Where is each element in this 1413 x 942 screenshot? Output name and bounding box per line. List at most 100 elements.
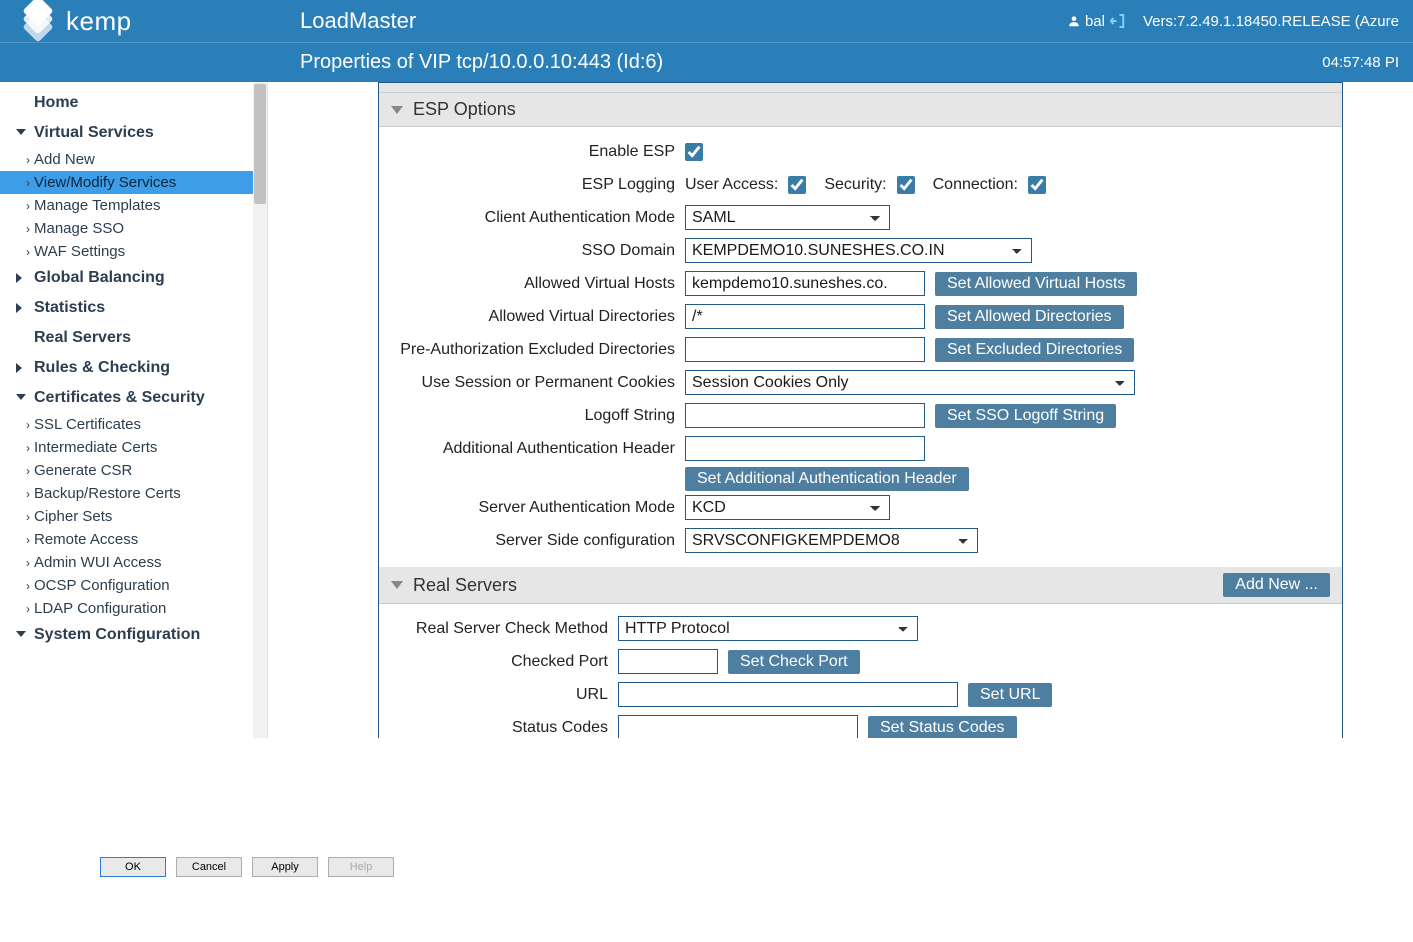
cookies-label: Use Session or Permanent Cookies (393, 374, 675, 392)
chevron-icon: › (26, 222, 30, 236)
apply-button[interactable]: Apply (252, 857, 318, 877)
ok-button[interactable]: OK (100, 857, 166, 877)
esp-title: ESP Options (413, 99, 516, 120)
status-codes-input[interactable] (618, 715, 858, 738)
set-check-port-button[interactable]: Set Check Port (728, 650, 860, 674)
chevron-icon: › (26, 556, 30, 570)
kemp-logo-icon (20, 4, 56, 38)
status-codes-label: Status Codes (393, 719, 608, 737)
nav-vs-view-modify[interactable]: ›View/Modify Services (0, 171, 267, 194)
caret-down-icon (16, 129, 26, 135)
collapse-icon (391, 106, 403, 114)
set-status-codes-button[interactable]: Set Status Codes (868, 716, 1017, 739)
caret-right-icon (16, 273, 22, 283)
chevron-icon: › (26, 579, 30, 593)
chevron-icon: › (26, 441, 30, 455)
brand-name: kemp (66, 6, 132, 37)
caret-down-icon (16, 631, 26, 637)
excluded-dirs-input[interactable] (685, 337, 925, 362)
excluded-dirs-label: Pre-Authorization Excluded Directories (393, 341, 675, 359)
log-user-checkbox[interactable] (788, 176, 806, 194)
caret-right-icon (16, 303, 22, 313)
allowed-vdirs-input[interactable] (685, 304, 925, 329)
log-connection-checkbox[interactable] (1028, 176, 1046, 194)
check-method-select[interactable]: HTTP Protocol (618, 616, 918, 641)
url-input[interactable] (618, 682, 958, 707)
clock: 04:57:48 PI (1322, 54, 1399, 71)
log-user-label: User Access: (685, 176, 778, 194)
nav-cert-ldap[interactable]: ›LDAP Configuration (0, 597, 267, 620)
nav-cert-csr[interactable]: ›Generate CSR (0, 459, 267, 482)
nav-global-balancing[interactable]: Global Balancing (0, 263, 267, 293)
log-connection-label: Connection: (933, 176, 1018, 194)
nav-cert-remote[interactable]: ›Remote Access (0, 528, 267, 551)
logoff-string-input[interactable] (685, 403, 925, 428)
sub-banner: Properties of VIP tcp/10.0.0.10:443 (Id:… (0, 42, 1413, 82)
log-security-label: Security: (824, 176, 886, 194)
enable-esp-label: Enable ESP (393, 143, 675, 161)
set-allowed-vhosts-button[interactable]: Set Allowed Virtual Hosts (935, 272, 1137, 296)
client-auth-mode-label: Client Authentication Mode (393, 209, 675, 227)
log-security-checkbox[interactable] (897, 176, 915, 194)
checked-port-input[interactable] (618, 649, 718, 674)
nav-cert-ssl[interactable]: ›SSL Certificates (0, 413, 267, 436)
client-auth-mode-select[interactable]: SAML (685, 205, 890, 230)
nav-cert-ocsp[interactable]: ›OCSP Configuration (0, 574, 267, 597)
sso-domain-select[interactable]: KEMPDEMO10.SUNESHES.CO.IN (685, 238, 1032, 263)
nav-cert-intermediate[interactable]: ›Intermediate Certs (0, 436, 267, 459)
chevron-icon: › (26, 418, 30, 432)
app-name: LoadMaster (300, 8, 416, 34)
nav-cert-admin-wui[interactable]: ›Admin WUI Access (0, 551, 267, 574)
real-servers-title: Real Servers (413, 575, 517, 596)
allowed-vdirs-label: Allowed Virtual Directories (393, 308, 675, 326)
scrollbar-track[interactable] (253, 82, 267, 738)
nav-cert-cipher[interactable]: ›Cipher Sets (0, 505, 267, 528)
chevron-icon: › (26, 153, 30, 167)
server-auth-mode-select[interactable]: KCD (685, 495, 890, 520)
server-side-config-label: Server Side configuration (393, 532, 675, 550)
nav-vs-add-new[interactable]: ›Add New (0, 148, 267, 171)
add-new-real-server-button[interactable]: Add New ... (1223, 573, 1330, 597)
nav-virtual-services[interactable]: Virtual Services (0, 118, 267, 148)
help-button[interactable]: Help (328, 857, 394, 877)
additional-auth-header-label: Additional Authentication Header (393, 436, 675, 458)
chevron-icon: › (26, 199, 30, 213)
set-logoff-string-button[interactable]: Set SSO Logoff String (935, 404, 1116, 428)
sidebar: Home Virtual Services ›Add New ›View/Mod… (0, 82, 268, 738)
server-side-config-select[interactable]: SRVSCONFIGKEMPDEMO8 (685, 528, 978, 553)
checked-port-label: Checked Port (393, 653, 608, 671)
additional-auth-header-input[interactable] (685, 436, 925, 461)
real-servers-section-header[interactable]: Real Servers Add New ... (379, 567, 1342, 604)
username: bal (1085, 13, 1105, 30)
enable-esp-checkbox[interactable] (685, 143, 703, 161)
nav-home[interactable]: Home (0, 88, 267, 118)
chevron-icon: › (26, 176, 30, 190)
scrollbar-thumb[interactable] (254, 84, 266, 204)
logoff-string-label: Logoff String (393, 407, 675, 425)
chevron-icon: › (26, 602, 30, 616)
nav-certs-security[interactable]: Certificates & Security (0, 383, 267, 413)
cookies-select[interactable]: Session Cookies Only (685, 370, 1135, 395)
top-banner: kemp LoadMaster bal Vers:7.2.49.1.18450.… (0, 0, 1413, 42)
nav-rules-checking[interactable]: Rules & Checking (0, 353, 267, 383)
nav-cert-backup[interactable]: ›Backup/Restore Certs (0, 482, 267, 505)
allowed-vhosts-input[interactable] (685, 271, 925, 296)
set-excluded-dirs-button[interactable]: Set Excluded Directories (935, 338, 1134, 362)
set-allowed-vdirs-button[interactable]: Set Allowed Directories (935, 305, 1124, 329)
esp-section-header[interactable]: ESP Options (379, 93, 1342, 127)
nav-statistics[interactable]: Statistics (0, 293, 267, 323)
cancel-button[interactable]: Cancel (176, 857, 242, 877)
page-title: Properties of VIP tcp/10.0.0.10:443 (Id:… (300, 51, 1322, 74)
chevron-icon: › (26, 533, 30, 547)
nav-vs-waf[interactable]: ›WAF Settings (0, 240, 267, 263)
nav-real-servers[interactable]: Real Servers (0, 323, 267, 353)
nav-vs-manage-templates[interactable]: ›Manage Templates (0, 194, 267, 217)
collapse-icon (391, 581, 403, 589)
version-label: Vers:7.2.49.1.18450.RELEASE (Azure (1143, 13, 1399, 30)
set-additional-auth-header-button[interactable]: Set Additional Authentication Header (685, 467, 969, 491)
nav-system-config[interactable]: System Configuration (0, 620, 267, 650)
set-url-button[interactable]: Set URL (968, 683, 1052, 707)
nav-vs-manage-sso[interactable]: ›Manage SSO (0, 217, 267, 240)
logout-icon[interactable] (1109, 12, 1127, 30)
caret-right-icon (16, 363, 22, 373)
